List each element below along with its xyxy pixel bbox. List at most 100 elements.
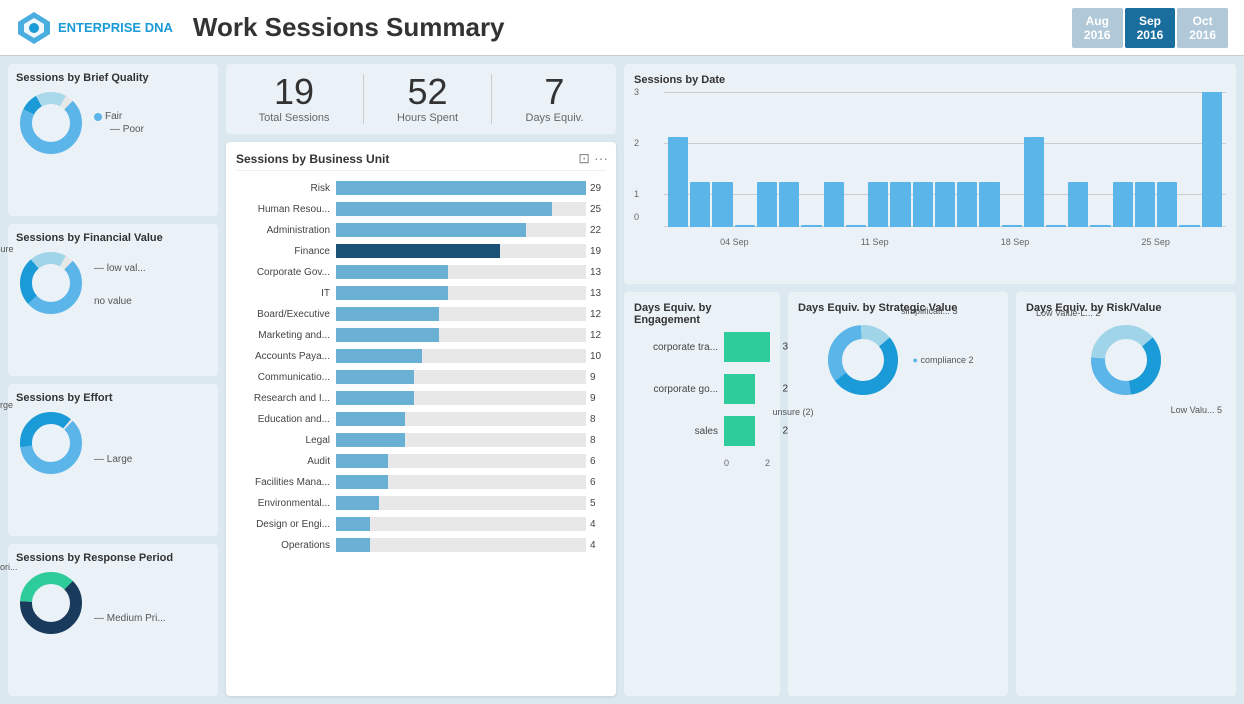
effort-labels: — Large <box>94 424 132 465</box>
logo: ENTERPRISE DNA <box>16 10 173 46</box>
brief-quality-chart: Fair — Poor <box>16 88 210 158</box>
bar-fill <box>336 370 414 384</box>
bar-fill <box>336 349 422 363</box>
page-title: Work Sessions Summary <box>193 12 1072 43</box>
hours-spent-stat: 52 Hours Spent <box>397 74 458 124</box>
bar-value: 6 <box>590 477 606 488</box>
bar-label: Education and... <box>236 414 336 425</box>
table-row: Design or Engi... 4 <box>236 515 606 533</box>
business-unit-title: Sessions by Business Unit <box>236 152 606 171</box>
bar-value: 6 <box>590 456 606 467</box>
bar-track <box>336 412 586 426</box>
bar-label: Risk <box>236 183 336 194</box>
effort-section: Sessions by Effort Extra-Large — Large <box>8 384 218 536</box>
bar-fill <box>336 223 526 237</box>
engagement-bar-row: corporate go... 2 <box>634 374 770 404</box>
bar-track <box>336 202 586 216</box>
table-row: Facilities Mana... 6 <box>236 473 606 491</box>
engagement-fill <box>724 332 770 362</box>
engagement-value: 3 <box>782 342 788 353</box>
financial-value-section: Sessions by Financial Value unsure — low… <box>8 224 218 376</box>
engagement-panel: Days Equiv. by Engagement corporate tra.… <box>624 292 780 696</box>
bar-fill <box>336 307 439 321</box>
bar-track <box>336 496 586 510</box>
total-sessions-stat: 19 Total Sessions <box>259 74 330 124</box>
bar-label: Accounts Paya... <box>236 351 336 362</box>
engagement-track: 2 <box>724 416 770 446</box>
engagement-value: 2 <box>782 384 788 395</box>
middle-panel: 19 Total Sessions 52 Hours Spent 7 Days … <box>226 64 616 696</box>
x-labels-row: 04 Sep 11 Sep 18 Sep 25 Sep <box>664 237 1226 247</box>
bottom-panels: Days Equiv. by Engagement corporate tra.… <box>624 292 1236 696</box>
table-row: Marketing and... 12 <box>236 326 606 344</box>
date-bar <box>1179 225 1199 227</box>
bar-fill <box>336 265 448 279</box>
bar-track <box>336 370 586 384</box>
bar-fill <box>336 538 370 552</box>
month-tab-sep[interactable]: Sep2016 <box>1125 8 1176 48</box>
bar-track <box>336 391 586 405</box>
response-title: Sessions by Response Period <box>16 552 210 564</box>
bar-label: Communicatio... <box>236 372 336 383</box>
menu-icon[interactable]: ··· <box>594 150 608 167</box>
risk-donut-wrapper: Low Value-L... 2 Low Valu... 5 <box>1026 320 1226 403</box>
brief-quality-donut <box>16 88 86 158</box>
bar-value: 10 <box>590 351 606 362</box>
bar-value: 13 <box>590 288 606 299</box>
table-row: Corporate Gov... 13 <box>236 263 606 281</box>
bar-fill <box>336 181 586 195</box>
date-bar <box>668 137 688 227</box>
risk-donut <box>1086 320 1166 400</box>
bar-fill <box>336 433 405 447</box>
bar-label: Operations <box>236 540 336 551</box>
strategic-labels: ● compliance 2 <box>913 355 974 368</box>
business-unit-bars: Risk 29 Human Resou... 25 Administration… <box>236 179 606 554</box>
strategic-donut <box>823 320 903 400</box>
days-equiv-label: Days Equiv. <box>526 112 584 124</box>
sessions-date-panel: Sessions by Date 3 2 1 0 04 Sep 11 Sep 1… <box>624 64 1236 284</box>
expand-icon[interactable]: ⊡ <box>578 150 590 167</box>
bar-fill <box>336 517 370 531</box>
table-row: Finance 19 <box>236 242 606 260</box>
engagement-value: 2 <box>782 426 788 437</box>
content: Sessions by Brief Quality Fair — Poor S <box>0 56 1244 704</box>
date-bar <box>1135 182 1155 227</box>
engagement-title: Days Equiv. by Engagement <box>634 302 770 326</box>
bar-track <box>336 286 586 300</box>
date-bar <box>957 182 977 227</box>
bar-value: 4 <box>590 519 606 530</box>
bar-label: Environmental... <box>236 498 336 509</box>
bar-track <box>336 538 586 552</box>
table-row: IT 13 <box>236 284 606 302</box>
bar-fill <box>336 202 552 216</box>
bar-label: Corporate Gov... <box>236 267 336 278</box>
date-bar <box>690 182 710 227</box>
date-bar <box>1113 182 1133 227</box>
bar-fill <box>336 475 388 489</box>
bar-label: Design or Engi... <box>236 519 336 530</box>
month-tab-aug[interactable]: Aug2016 <box>1072 8 1123 48</box>
financial-labels: — low val... no value <box>94 263 146 307</box>
bar-fill <box>336 412 405 426</box>
bar-value: 22 <box>590 225 606 236</box>
brief-quality-labels: Fair — Poor <box>94 111 144 135</box>
right-panel: Sessions by Date 3 2 1 0 04 Sep 11 Sep 1… <box>624 64 1236 696</box>
bar-track <box>336 349 586 363</box>
table-row: Accounts Paya... 10 <box>236 347 606 365</box>
response-section: Sessions by Response Period Low Priori..… <box>8 544 218 696</box>
date-bar <box>979 182 999 227</box>
bar-label: Human Resou... <box>236 204 336 215</box>
business-unit-panel: Sessions by Business Unit ⊡ ··· Risk 29 … <box>226 142 616 696</box>
strategic-donut-wrapper: simplificati... 3 unsure (2) ● complianc… <box>798 320 998 403</box>
hours-spent-label: Hours Spent <box>397 112 458 124</box>
bar-value: 12 <box>590 330 606 341</box>
financial-value-title: Sessions by Financial Value <box>16 232 210 244</box>
date-bar <box>779 182 799 227</box>
bar-label: Research and I... <box>236 393 336 404</box>
month-tab-oct[interactable]: Oct2016 <box>1177 8 1228 48</box>
days-equiv-value: 7 <box>526 74 584 110</box>
bar-label: Audit <box>236 456 336 467</box>
engagement-bar-row: sales 2 <box>634 416 770 446</box>
bar-label: IT <box>236 288 336 299</box>
date-bar <box>868 182 888 227</box>
